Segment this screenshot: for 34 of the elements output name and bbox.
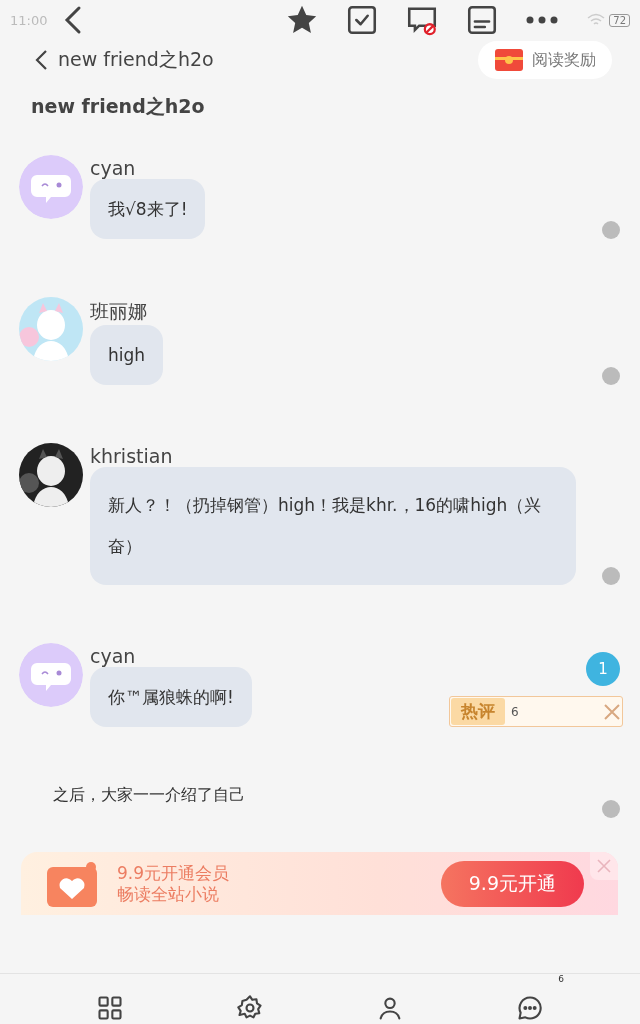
- avatar-icon: [19, 643, 83, 707]
- message-bubble: high: [90, 325, 164, 385]
- hot-comment-count: 6: [511, 704, 520, 719]
- comment-dot-icon[interactable]: [602, 221, 620, 239]
- grid-icon[interactable]: [96, 994, 124, 1022]
- hot-comment-label: 热评: [451, 698, 505, 725]
- chapter-title: new friend之h2o: [30, 94, 206, 119]
- message-bubble: 我√8来了!: [90, 179, 206, 239]
- battery-level: 72: [609, 13, 630, 27]
- reading-reward-button[interactable]: 阅读奖励: [478, 41, 612, 79]
- close-icon: [597, 859, 611, 873]
- avatar-icon: [19, 155, 83, 219]
- treasure-chest-icon: [494, 47, 524, 73]
- more-icon[interactable]: [525, 14, 560, 26]
- comment-dot-icon[interactable]: [602, 567, 620, 585]
- banner-text: 9.9元开通会员: [117, 862, 231, 884]
- message-bubble: 你™属狼蛛的啊!: [90, 667, 252, 727]
- notification-count: 6: [558, 974, 564, 984]
- banner-text: 畅读全站小说: [117, 883, 220, 905]
- wifi-icon: [587, 13, 606, 27]
- user-name: 班丽娜: [90, 299, 147, 324]
- chat-icon[interactable]: [516, 994, 544, 1022]
- comment-dot-icon[interactable]: [602, 800, 620, 818]
- subscribe-button[interactable]: 9.9元开通: [440, 860, 584, 907]
- status-time: 11:00: [10, 12, 48, 28]
- comment-dot-icon[interactable]: [602, 367, 620, 385]
- narration-text: 之后，大家一一介绍了自己: [53, 785, 246, 806]
- hot-comment-tag[interactable]: 热评 6: [449, 696, 623, 727]
- user-name: khristian: [90, 445, 173, 467]
- user-name: cyan: [90, 157, 136, 179]
- message-bubble: 新人？！（扔掉钢管）high！我是khr.，16的啸high（兴奋）: [90, 467, 576, 585]
- user-name: cyan: [90, 645, 136, 667]
- chevron-left-icon: [34, 49, 50, 71]
- back-link[interactable]: new friend之h2o: [34, 47, 214, 73]
